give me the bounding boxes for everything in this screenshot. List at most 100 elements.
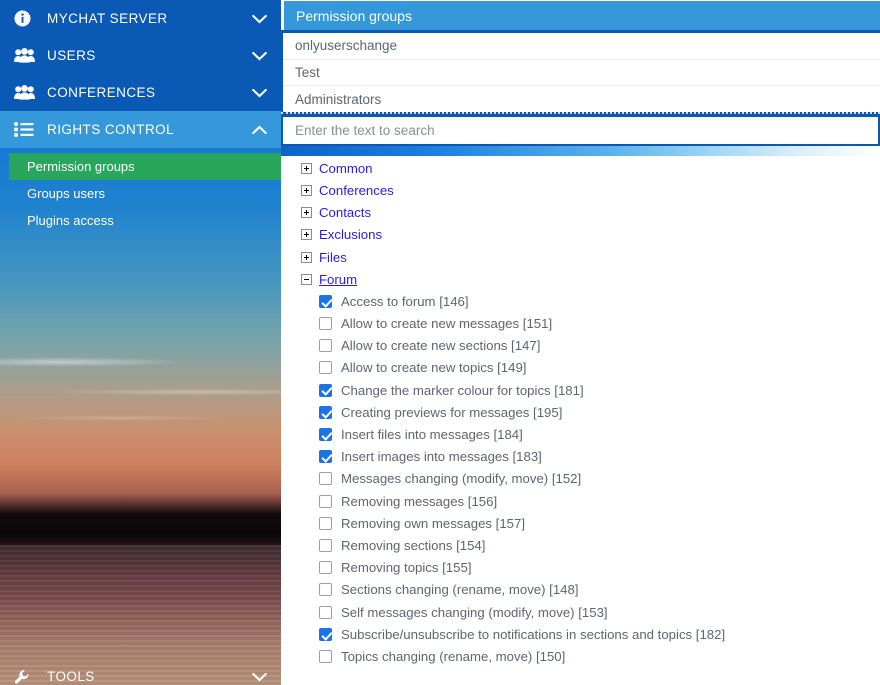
permission-checkbox-row[interactable]: Removing messages [156] [281, 490, 880, 512]
tree-node-label[interactable]: Contacts [319, 205, 371, 220]
permission-checkbox-row[interactable]: Change the marker colour for topics [181… [281, 379, 880, 401]
tree-node-common[interactable]: Common [281, 157, 880, 179]
permission-checkbox-row[interactable]: Self messages changing (modify, move) [1… [281, 601, 880, 623]
sidebar-subitem-permission-groups[interactable]: Permission groups [9, 153, 281, 180]
permission-label[interactable]: Allow to create new topics [149] [341, 360, 526, 375]
chevron-down-icon[interactable] [251, 85, 267, 101]
tree-node-label[interactable]: Conferences [319, 183, 394, 198]
list-icon [14, 121, 38, 139]
checkbox-checked-icon[interactable] [319, 294, 332, 308]
permission-checkbox-row[interactable]: Insert images into messages [183] [281, 446, 880, 468]
permission-checkbox-row[interactable]: Allow to create new messages [151] [281, 313, 880, 335]
sidebar-subitem-groups-users[interactable]: Groups users [0, 180, 281, 207]
sidebar-item-label: TOOLS [47, 669, 95, 684]
checkbox-unchecked-icon[interactable] [319, 649, 332, 663]
checkbox-unchecked-icon[interactable] [319, 561, 332, 575]
checkbox-unchecked-icon[interactable] [319, 583, 332, 597]
tree-node-label[interactable]: Files [319, 250, 347, 265]
permission-group-row[interactable]: Test [283, 59, 880, 86]
checkbox-unchecked-icon[interactable] [319, 361, 332, 375]
chevron-down-icon[interactable] [251, 11, 267, 27]
checkbox-unchecked-icon[interactable] [319, 317, 332, 331]
permission-label[interactable]: Removing topics [155] [341, 560, 471, 575]
tree-node-announcements-board[interactable]: Announcements board [281, 146, 880, 157]
collapse-minus-icon[interactable] [301, 273, 312, 285]
checkbox-checked-icon[interactable] [319, 450, 332, 464]
permission-label[interactable]: Access to forum [146] [341, 294, 469, 309]
chevron-down-icon[interactable] [251, 669, 267, 685]
permission-groups-list-container: onlyuserschange Test Administrators [281, 30, 880, 112]
tree-node-label[interactable]: Common [319, 161, 373, 176]
permission-checkbox-row[interactable]: Messages changing (modify, move) [152] [281, 468, 880, 490]
permission-label[interactable]: Subscribe/unsubscribe to notifications i… [341, 627, 725, 642]
tree-node-label[interactable]: Exclusions [319, 227, 382, 242]
checkbox-unchecked-icon[interactable] [319, 472, 332, 486]
checkbox-checked-icon[interactable] [319, 383, 332, 397]
tree-node-label[interactable]: Forum [319, 272, 357, 287]
users-icon [14, 84, 38, 102]
permission-checkbox-row[interactable]: Creating previews for messages [195] [281, 401, 880, 423]
chevron-down-icon[interactable] [251, 48, 267, 64]
permission-checkbox-row[interactable]: Subscribe/unsubscribe to notifications i… [281, 623, 880, 645]
permission-checkbox-row[interactable]: Removing topics [155] [281, 557, 880, 579]
sidebar-item-mychat-server[interactable]: MYCHAT SERVER [0, 0, 281, 37]
permission-label[interactable]: Self messages changing (modify, move) [1… [341, 605, 608, 620]
application-window: MYCHAT SERVER USERS CONFERENCES RIGHTS C… [0, 0, 880, 685]
permission-label[interactable]: Removing sections [154] [341, 538, 485, 553]
checkbox-checked-icon[interactable] [319, 428, 332, 442]
tree-node-contacts[interactable]: Contacts [281, 202, 880, 224]
tree-node-files[interactable]: Files [281, 246, 880, 268]
permission-group-row[interactable]: Administrators [283, 86, 880, 112]
checkbox-checked-icon[interactable] [319, 627, 332, 641]
expand-plus-icon[interactable] [301, 251, 312, 263]
permission-checkbox-row[interactable]: Insert files into messages [184] [281, 423, 880, 445]
permission-checkbox-row[interactable]: Sections changing (rename, move) [148] [281, 579, 880, 601]
tree-node-forum[interactable]: Forum [281, 268, 880, 290]
permission-checkbox-row[interactable]: Topics changing (rename, move) [150] [281, 645, 880, 667]
expand-plus-icon[interactable] [301, 207, 312, 219]
checkbox-checked-icon[interactable] [319, 405, 332, 419]
expand-plus-icon[interactable] [301, 162, 312, 174]
permission-label[interactable]: Sections changing (rename, move) [148] [341, 582, 579, 597]
permission-checkbox-row[interactable]: Allow to create new sections [147] [281, 335, 880, 357]
chevron-up-icon[interactable] [251, 122, 267, 138]
permission-groups-list[interactable]: onlyuserschange Test Administrators [283, 33, 880, 112]
tree-node-label[interactable]: Announcements board [319, 146, 452, 154]
sidebar-item-label: USERS [47, 48, 96, 63]
permission-checkbox-row[interactable]: Allow to create new topics [149] [281, 357, 880, 379]
expand-plus-icon[interactable] [301, 184, 312, 196]
checkbox-unchecked-icon[interactable] [319, 494, 332, 508]
permission-label[interactable]: Removing messages [156] [341, 494, 497, 509]
sidebar-subitem-label: Permission groups [27, 159, 135, 174]
sidebar-subitem-plugins-access[interactable]: Plugins access [0, 207, 281, 234]
permission-label[interactable]: Allow to create new messages [151] [341, 316, 552, 331]
checkbox-unchecked-icon[interactable] [319, 605, 332, 619]
permission-checkbox-row[interactable]: Removing sections [154] [281, 534, 880, 556]
permission-group-name: onlyuserschange [295, 38, 398, 54]
search-input[interactable] [283, 117, 878, 144]
tree-node-conferences[interactable]: Conferences [281, 179, 880, 201]
permission-checkbox-row[interactable]: Access to forum [146] [281, 290, 880, 312]
sidebar-item-tools[interactable]: TOOLS [0, 658, 281, 685]
permission-label[interactable]: Insert images into messages [183] [341, 449, 542, 464]
checkbox-unchecked-icon[interactable] [319, 339, 332, 353]
permission-label[interactable]: Insert files into messages [184] [341, 427, 523, 442]
sidebar-subitem-label: Plugins access [27, 213, 114, 228]
expand-plus-icon[interactable] [301, 229, 312, 241]
permission-checkbox-row[interactable]: Removing own messages [157] [281, 512, 880, 534]
expand-plus-icon[interactable] [301, 146, 312, 152]
sidebar-item-conferences[interactable]: CONFERENCES [0, 74, 281, 111]
tree-node-exclusions[interactable]: Exclusions [281, 224, 880, 246]
permission-label[interactable]: Topics changing (rename, move) [150] [341, 649, 565, 664]
checkbox-unchecked-icon[interactable] [319, 538, 332, 552]
permission-label[interactable]: Messages changing (modify, move) [152] [341, 471, 581, 486]
permission-label[interactable]: Allow to create new sections [147] [341, 338, 540, 353]
sidebar-item-users[interactable]: USERS [0, 37, 281, 74]
permission-group-row[interactable]: onlyuserschange [283, 33, 880, 60]
checkbox-unchecked-icon[interactable] [319, 516, 332, 530]
sidebar-item-rights-control[interactable]: RIGHTS CONTROL [0, 111, 281, 148]
permission-group-name: Administrators [295, 91, 382, 107]
permission-label[interactable]: Change the marker colour for topics [181… [341, 383, 584, 398]
permission-label[interactable]: Creating previews for messages [195] [341, 405, 562, 420]
permission-label[interactable]: Removing own messages [157] [341, 516, 525, 531]
